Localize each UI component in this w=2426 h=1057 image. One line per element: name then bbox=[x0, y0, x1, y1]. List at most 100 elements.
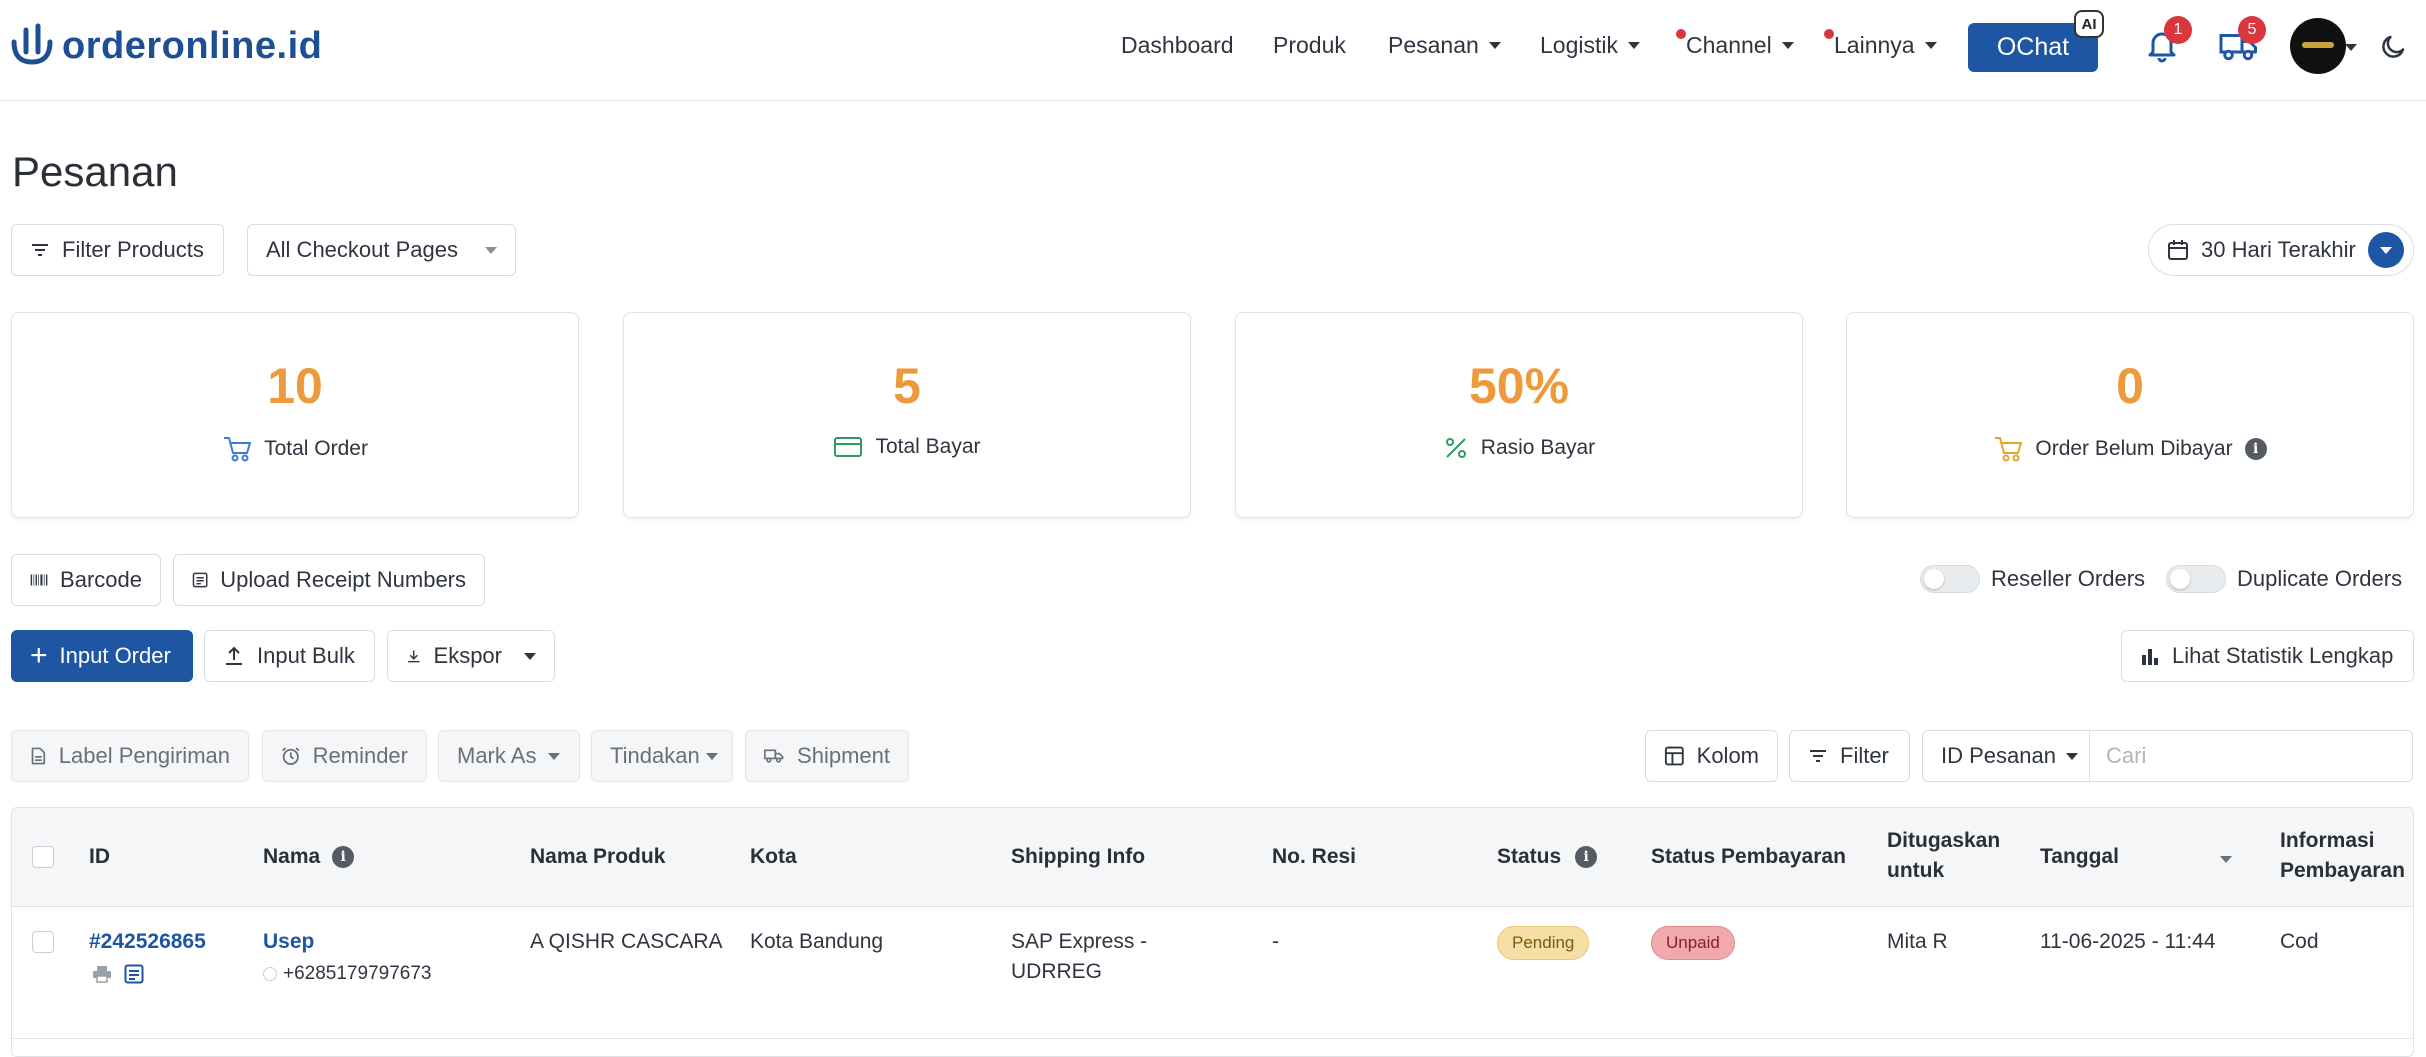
nav-logistik[interactable]: Logistik bbox=[1540, 32, 1640, 59]
nav-produk[interactable]: Produk bbox=[1273, 32, 1346, 59]
search-input[interactable] bbox=[2090, 731, 2412, 781]
input-bulk-button[interactable]: Input Bulk bbox=[204, 630, 375, 682]
chevron-down-icon bbox=[524, 652, 536, 660]
tindakan-dropdown[interactable]: Tindakan bbox=[591, 730, 733, 782]
chevron-down-icon bbox=[2065, 752, 2078, 760]
shipping-info: SAP Express - UDRREG bbox=[1011, 927, 1147, 987]
chevron-down-icon[interactable] bbox=[2345, 44, 2357, 51]
column-header-ditugaskan[interactable]: Ditugaskan untuk bbox=[1887, 826, 2000, 886]
ochat-button[interactable]: OChat AI bbox=[1968, 10, 2104, 72]
upload-icon bbox=[226, 646, 242, 665]
payment-status-badge: Unpaid bbox=[1651, 926, 1735, 960]
order-id-link[interactable]: #242526865 bbox=[89, 927, 206, 957]
column-header-nama-label: Nama bbox=[263, 845, 321, 868]
info-icon[interactable]: i bbox=[2244, 438, 2267, 460]
reseller-orders-label: Reseller Orders bbox=[1991, 566, 2146, 591]
barcode-button[interactable]: Barcode bbox=[11, 554, 161, 606]
logo-icon bbox=[11, 23, 53, 65]
stat-label: Total Order bbox=[264, 437, 368, 460]
brand-name: orderonline.id bbox=[62, 24, 323, 67]
column-header-ditugaskan-line1: Ditugaskan bbox=[1887, 829, 2001, 852]
duplicate-orders-toggle[interactable] bbox=[2166, 565, 2226, 593]
date-range-picker[interactable]: 30 Hari Terakhir bbox=[2148, 224, 2414, 276]
label-pengiriman-button[interactable]: Label Pengiriman bbox=[11, 730, 249, 782]
search-field-select[interactable]: ID Pesanan bbox=[1923, 731, 2090, 781]
status-circle-icon bbox=[263, 967, 277, 981]
chevron-down-icon bbox=[485, 246, 497, 254]
chevron-down-icon bbox=[1781, 42, 1794, 49]
row-checkbox[interactable] bbox=[32, 931, 54, 953]
column-header-informasi-pembayaran[interactable]: Informasi Pembayaran bbox=[2280, 826, 2405, 886]
receipt-number: - bbox=[1272, 930, 1279, 953]
shipping-button[interactable]: 5 bbox=[2218, 16, 2266, 69]
shipment-label: Shipment bbox=[797, 743, 890, 768]
upload-receipt-label: Upload Receipt Numbers bbox=[220, 567, 466, 592]
chevron-down-icon bbox=[705, 752, 718, 760]
cart-icon bbox=[224, 437, 252, 462]
customer-name-link[interactable]: Usep bbox=[263, 927, 314, 957]
notifications-button[interactable]: 1 bbox=[2144, 16, 2192, 69]
mark-as-dropdown[interactable]: Mark As bbox=[438, 730, 580, 782]
filter-icon bbox=[32, 244, 48, 256]
reminder-button[interactable]: Reminder bbox=[262, 730, 427, 782]
column-header-informasi-line1: Informasi bbox=[2280, 829, 2375, 852]
upload-receipt-button[interactable]: Upload Receipt Numbers bbox=[173, 554, 485, 606]
table-row[interactable]: #242526865 Usep +6285179797673 A QISHR C… bbox=[12, 907, 2413, 1039]
column-header-status-pembayaran[interactable]: Status Pembayaran bbox=[1651, 842, 1846, 872]
nav-pesanan[interactable]: Pesanan bbox=[1388, 32, 1501, 59]
nav-lainnya-label: Lainnya bbox=[1834, 32, 1915, 58]
column-header-shipping-info[interactable]: Shipping Info bbox=[1011, 842, 1145, 872]
stat-value: 10 bbox=[267, 358, 323, 414]
label-pengiriman-label: Label Pengiriman bbox=[58, 743, 230, 768]
reseller-orders-toggle[interactable] bbox=[1920, 565, 1980, 593]
column-header-id[interactable]: ID bbox=[89, 842, 110, 872]
duplicate-orders-label: Duplicate Orders bbox=[2237, 566, 2403, 591]
stat-label: Order Belum Dibayar bbox=[2035, 437, 2233, 460]
sort-desc-icon[interactable] bbox=[2220, 856, 2232, 863]
search-field-label: ID Pesanan bbox=[1941, 743, 2056, 768]
nav-lainnya[interactable]: Lainnya bbox=[1824, 29, 1937, 59]
column-header-nama-produk[interactable]: Nama Produk bbox=[530, 842, 665, 872]
table-header: ID Nama i Nama Produk Kota Shipping Info… bbox=[12, 808, 2413, 907]
stat-card-rasio-bayar: 50% Rasio Bayar bbox=[1235, 312, 1803, 518]
stat-label: Rasio Bayar bbox=[1480, 436, 1596, 459]
filter-button[interactable]: Filter bbox=[1789, 730, 1910, 782]
chevron-down-icon bbox=[1924, 42, 1937, 49]
filter-products-button[interactable]: Filter Products bbox=[11, 224, 224, 276]
receipt-list-icon[interactable] bbox=[124, 964, 144, 984]
shipment-button[interactable]: Shipment bbox=[745, 730, 909, 782]
column-header-status[interactable]: Status i bbox=[1497, 842, 1598, 872]
select-all-checkbox[interactable] bbox=[32, 846, 54, 868]
ekspor-button[interactable]: Ekspor bbox=[387, 630, 555, 682]
chevron-down-icon bbox=[548, 752, 561, 760]
chevron-down-icon bbox=[1488, 42, 1501, 49]
moon-icon[interactable] bbox=[2378, 32, 2408, 62]
info-icon[interactable]: i bbox=[1575, 846, 1598, 868]
stat-value: 0 bbox=[2116, 358, 2144, 414]
plus-icon: + bbox=[30, 639, 48, 672]
input-order-button[interactable]: + Input Order bbox=[11, 630, 193, 682]
nav-dashboard[interactable]: Dashboard bbox=[1121, 32, 1234, 59]
bar-chart-icon bbox=[2142, 649, 2158, 665]
column-header-nama[interactable]: Nama i bbox=[263, 842, 355, 872]
barcode-icon bbox=[30, 574, 48, 586]
checkout-pages-select[interactable]: All Checkout Pages bbox=[247, 224, 516, 276]
notification-dot bbox=[1824, 29, 1834, 39]
kolom-button[interactable]: Kolom bbox=[1645, 730, 1778, 782]
stat-value: 5 bbox=[893, 358, 921, 414]
info-icon[interactable]: i bbox=[332, 846, 355, 868]
column-header-tanggal[interactable]: Tanggal bbox=[2040, 842, 2119, 872]
lihat-statistik-button[interactable]: Lihat Statistik Lengkap bbox=[2121, 630, 2414, 682]
ochat-label: OChat bbox=[1996, 33, 2070, 61]
printer-icon[interactable] bbox=[92, 965, 112, 983]
filter-products-label: Filter Products bbox=[62, 237, 204, 262]
avatar[interactable] bbox=[2290, 18, 2346, 74]
nav-channel[interactable]: Channel bbox=[1676, 29, 1794, 59]
shipping-count-badge: 5 bbox=[2238, 16, 2266, 44]
column-header-kota[interactable]: Kota bbox=[750, 842, 797, 872]
column-header-no-resi[interactable]: No. Resi bbox=[1272, 842, 1356, 872]
shipping-info-line2: UDRREG bbox=[1011, 960, 1103, 983]
column-header-ditugaskan-line2: untuk bbox=[1887, 859, 1945, 882]
list-icon bbox=[192, 572, 208, 588]
brand-logo[interactable]: orderonline.id bbox=[10, 22, 322, 70]
